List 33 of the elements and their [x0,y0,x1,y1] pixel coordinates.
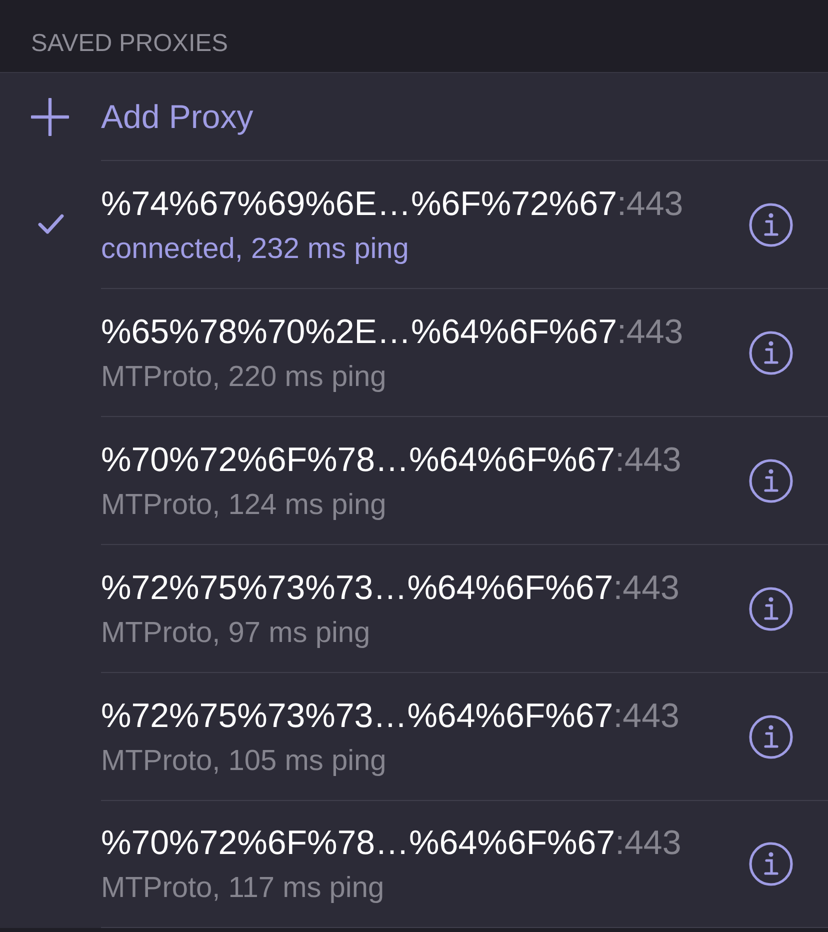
info-icon[interactable] [749,586,793,630]
proxy-status: MTProto, 220 ms ping [101,360,388,394]
info-icon[interactable] [749,714,793,758]
proxy-status: MTProto, 124 ms ping [101,488,388,522]
info-icon[interactable] [749,330,793,374]
info-icon[interactable] [749,458,793,502]
proxy-port: :443 [613,696,680,736]
add-proxy-button[interactable]: Add Proxy [0,72,828,160]
proxy-row[interactable]: %65%78%70%2E…%64%6F%67:443 MTProto, 220 ms ping [0,288,828,416]
info-icon[interactable] [749,842,793,886]
proxy-address: %65%78%70%2E…%64%6F%67 [101,312,617,352]
proxy-port: :443 [615,823,682,863]
proxy-row[interactable]: %72%75%73%73…%64%6F%67:443 MTProto, 97 ms ping [0,544,828,672]
proxy-address: %72%75%73%73…%64%6F%67 [101,696,614,736]
proxy-port: :443 [615,440,682,480]
proxy-port: :443 [613,568,680,608]
proxy-row[interactable]: %70%72%6F%78…%64%6F%67:443 MTProto, 117 ms ping [0,800,828,928]
info-icon[interactable] [749,202,793,246]
proxy-status: connected, 232 ms ping [101,232,410,266]
section-title: SAVED PROXIES [31,30,228,57]
proxy-port: :443 [616,312,684,352]
proxy-row[interactable]: %70%72%6F%78…%64%6F%67:443 MTProto, 124 ms ping [0,416,828,544]
proxy-row[interactable]: %74%67%69%6E…%6F%72%67:443 connected, 232 ms ping [0,160,828,288]
proxy-port: :443 [616,184,684,224]
proxy-status: MTProto, 97 ms ping [101,616,372,650]
proxy-address: %74%67%69%6E…%6F%72%67 [101,184,617,224]
proxy-status: MTProto, 117 ms ping [101,871,386,905]
proxy-address: %70%72%6F%78…%64%6F%67 [101,440,616,480]
proxy-address: %72%75%73%73…%64%6F%67 [101,568,614,608]
proxy-status: MTProto, 105 ms ping [101,744,388,778]
plus-icon [31,98,69,136]
proxy-row[interactable]: %72%75%73%73…%64%6F%67:443 MTProto, 105 ms ping [0,672,828,800]
proxy-address: %70%72%6F%78…%64%6F%67 [101,823,616,863]
